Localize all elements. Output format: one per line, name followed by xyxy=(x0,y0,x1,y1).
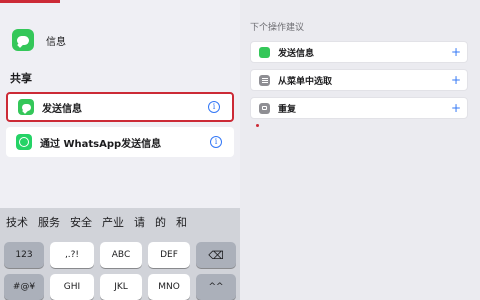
add-icon[interactable]: + xyxy=(451,46,461,58)
key-abc[interactable]: ABC xyxy=(100,242,142,268)
suggestion-label: 发送信息 xyxy=(278,48,315,59)
suggestion-choose-from-menu[interactable]: 从菜单中选取 + xyxy=(250,69,468,91)
red-marker-dot xyxy=(256,124,259,127)
messages-icon xyxy=(12,29,34,51)
add-icon[interactable]: + xyxy=(451,74,461,86)
action-label: 通过 WhatsApp发送信息 xyxy=(40,138,162,150)
action-send-whatsapp[interactable]: 通过 WhatsApp发送信息 i xyxy=(6,127,234,157)
messages-icon xyxy=(259,46,270,58)
add-icon[interactable]: + xyxy=(451,102,461,114)
key-ghi[interactable]: GHI xyxy=(50,274,94,300)
key-punctuation[interactable]: ,.?! xyxy=(50,242,94,268)
section-title-share: 共享 xyxy=(10,72,32,85)
suggestion-label: 从菜单中选取 xyxy=(278,76,333,87)
candidate-word[interactable]: 请 xyxy=(134,214,145,230)
key-mno[interactable]: MNO xyxy=(148,274,190,300)
action-send-message[interactable]: 发送信息 i xyxy=(6,92,234,122)
app-row-messages[interactable]: 信息 xyxy=(0,20,240,60)
candidate-word[interactable]: 安全 xyxy=(70,214,92,230)
suggestion-send-message[interactable]: 发送信息 + xyxy=(250,41,468,63)
info-icon[interactable]: i xyxy=(210,136,222,148)
key-jkl[interactable]: JKL xyxy=(100,274,142,300)
key-123[interactable]: 123 xyxy=(4,242,44,268)
candidate-bar: 技术 服务 安全 产业 请 的 和 xyxy=(0,208,240,236)
suggestion-repeat[interactable]: 重复 + xyxy=(250,97,468,119)
key-def[interactable]: DEF xyxy=(148,242,190,268)
candidate-word[interactable]: 的 xyxy=(155,214,166,230)
whatsapp-icon xyxy=(16,134,32,150)
info-icon[interactable]: i xyxy=(208,101,220,113)
candidate-word[interactable]: 技术 xyxy=(6,214,28,230)
candidate-word[interactable]: 服务 xyxy=(38,214,60,230)
menu-icon xyxy=(259,74,270,86)
candidate-word[interactable]: 和 xyxy=(176,214,187,230)
action-label: 发送信息 xyxy=(42,103,82,115)
suggestion-label: 重复 xyxy=(278,104,297,115)
app-label-messages: 信息 xyxy=(46,36,66,48)
key-symbols[interactable]: #@¥ xyxy=(4,274,44,300)
key-emoticon[interactable]: ^^ xyxy=(196,274,236,300)
selection-highlight-edge xyxy=(0,0,60,3)
candidate-word[interactable]: 产业 xyxy=(102,214,124,230)
repeat-icon xyxy=(259,102,270,114)
next-action-title: 下个操作建议 xyxy=(250,23,305,33)
backspace-key[interactable]: ⌫ xyxy=(196,242,236,268)
messages-icon xyxy=(18,99,34,115)
